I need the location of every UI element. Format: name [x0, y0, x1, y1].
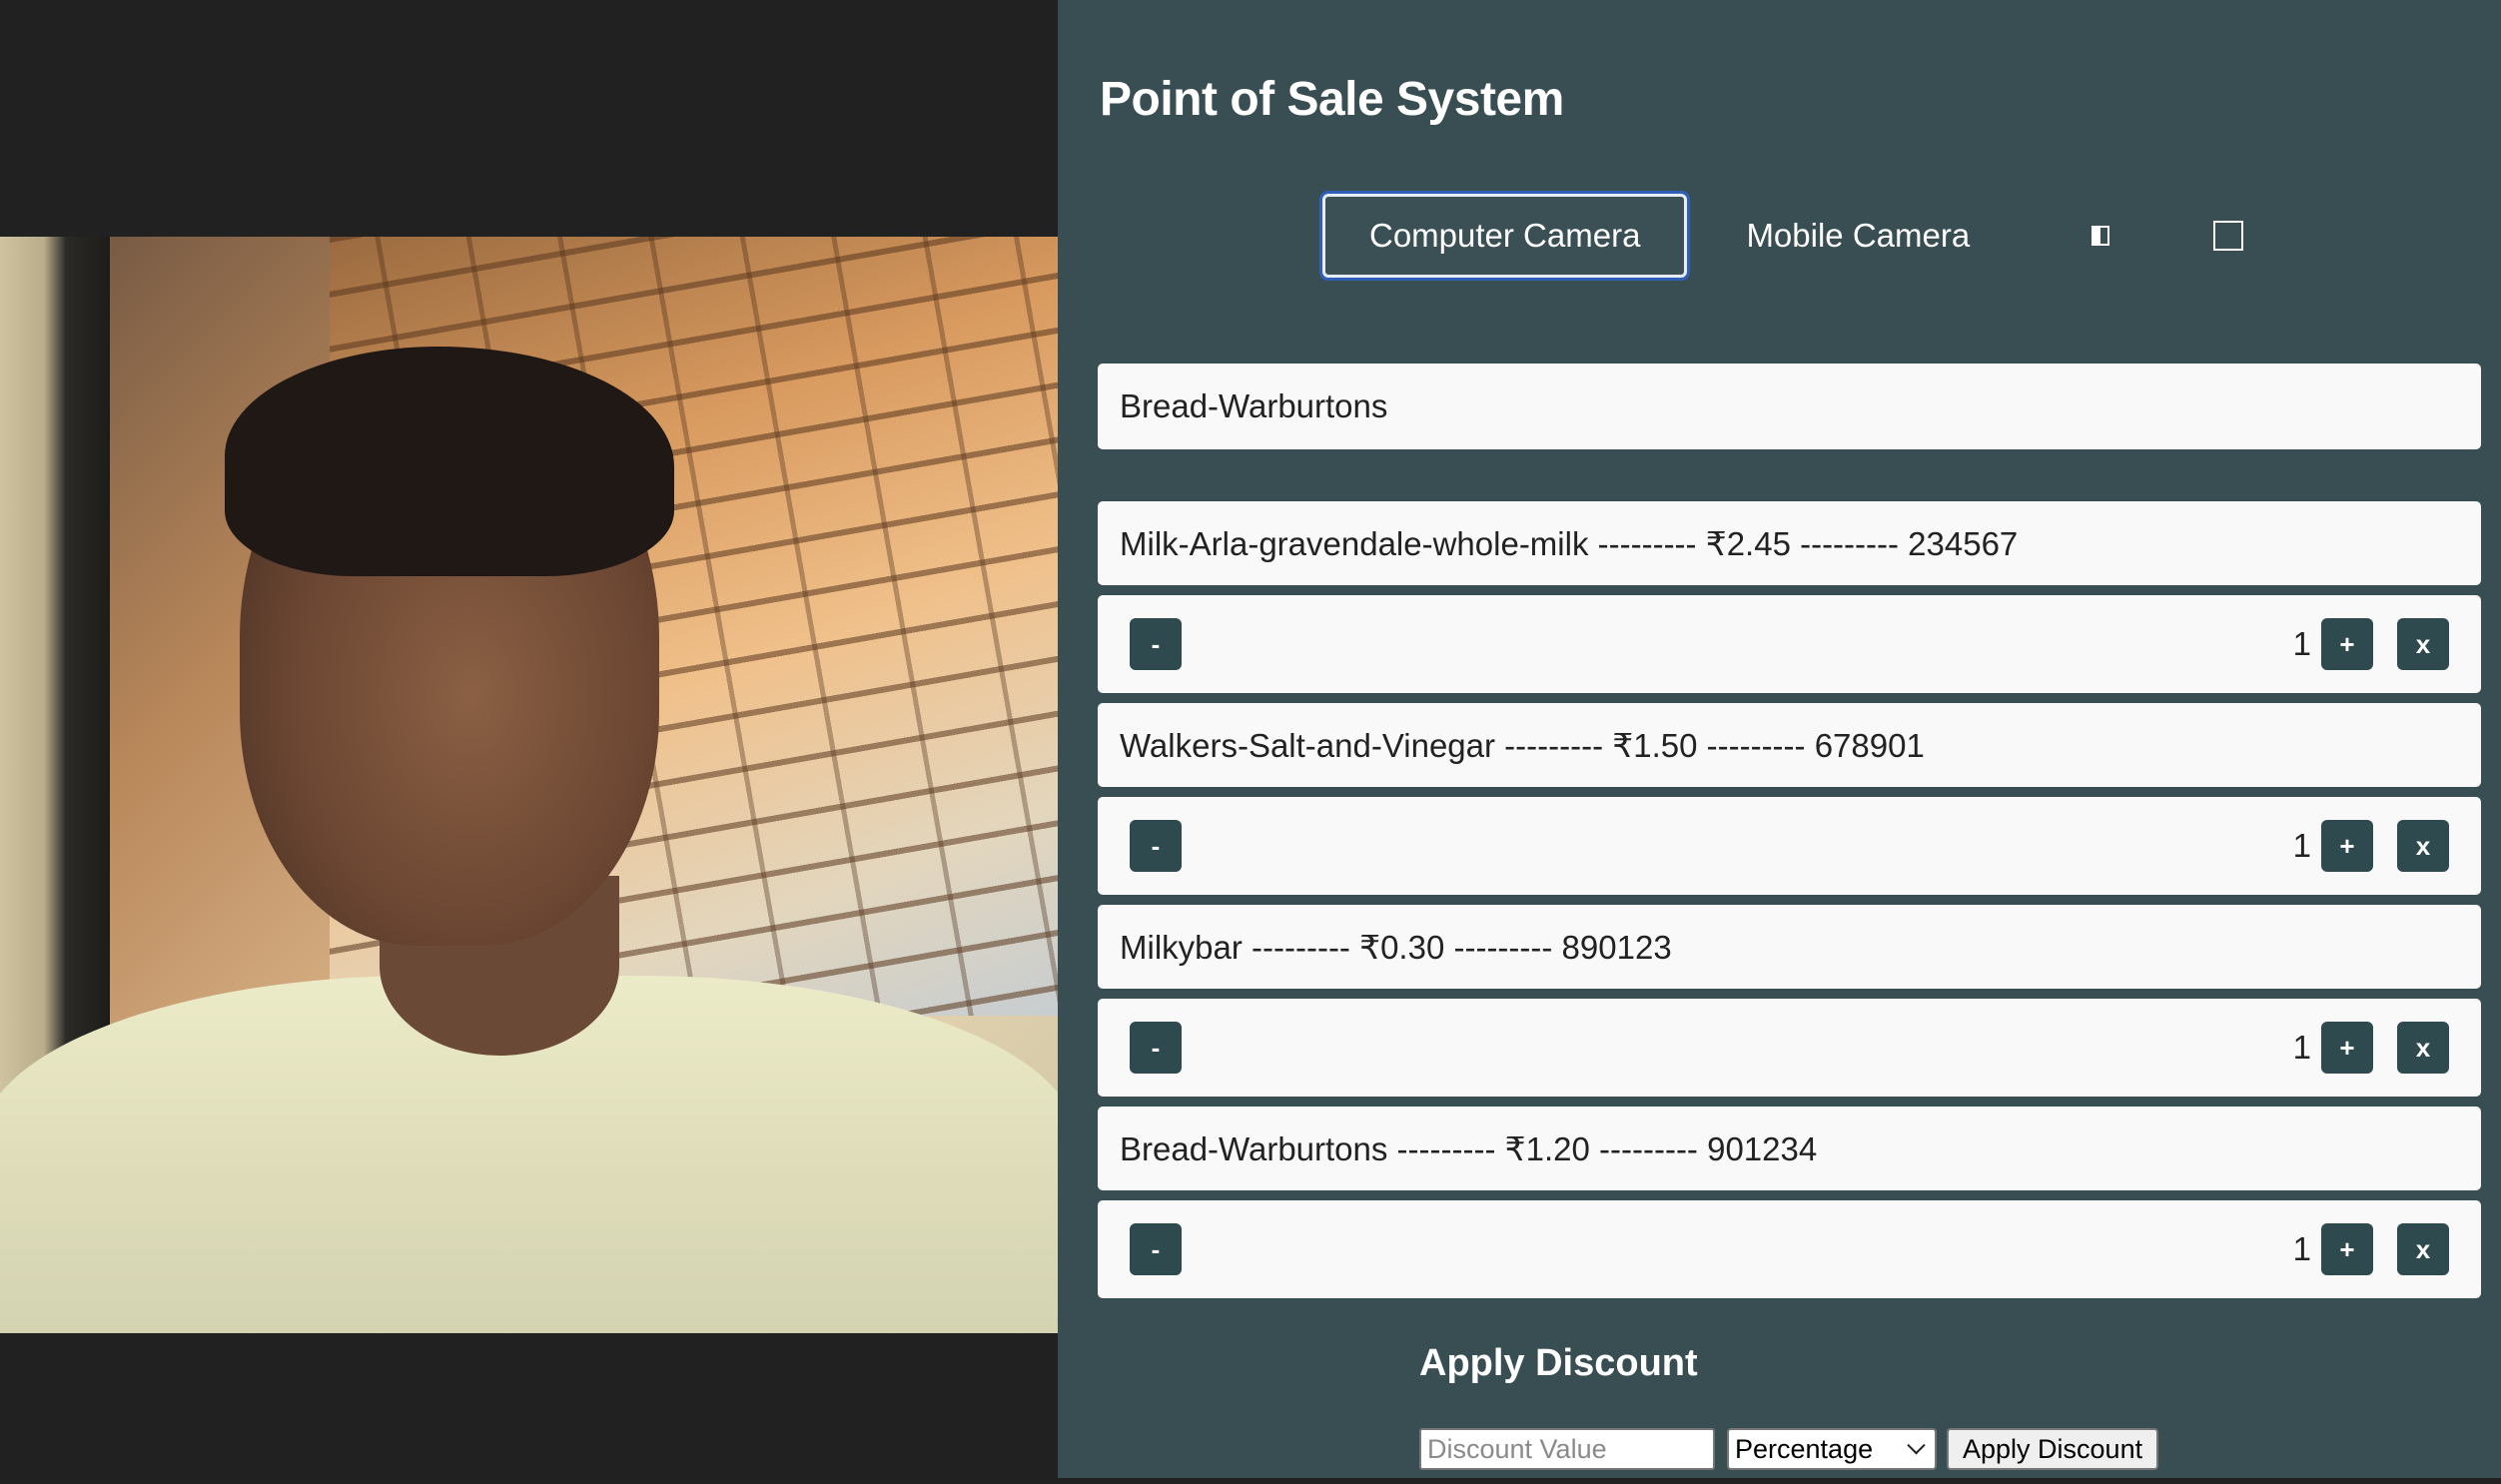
camera-video-feed: [0, 237, 1058, 1333]
item-label-text: Walkers-Salt-and-Vinegar --------- ₹1.50…: [1120, 726, 1925, 764]
apply-discount-button[interactable]: Apply Discount: [1947, 1428, 2159, 1470]
discount-type-value: Percentage: [1735, 1433, 1874, 1464]
mobile-camera-button[interactable]: Mobile Camera: [1699, 194, 2017, 278]
chevron-down-icon: [1907, 1435, 1926, 1454]
half-square-icon: [2091, 226, 2110, 246]
remove-item-button[interactable]: x: [2397, 820, 2449, 872]
item-label-text: Bread-Warburtons --------- ₹1.20 -------…: [1120, 1129, 1818, 1167]
page-title: Point of Sale System: [1100, 73, 1564, 126]
cart-item-controls: - 1 + x: [1098, 999, 2481, 1097]
remove-item-button[interactable]: x: [2397, 1022, 2449, 1074]
quantity-value: 1: [2292, 1029, 2311, 1066]
camera-source-tabs: Computer Camera Mobile Camera: [1322, 194, 2260, 278]
cart-item-controls: - 1 + x: [1098, 1200, 2481, 1298]
cart-item-label: Milk-Arla-gravendale-whole-milk --------…: [1098, 501, 2481, 585]
pos-panel: Point of Sale System Computer Camera Mob…: [1058, 0, 2501, 1478]
fullscreen-button[interactable]: [2196, 204, 2260, 268]
quantity-value: 1: [2292, 625, 2311, 662]
cart-item-label: Bread-Warburtons --------- ₹1.20 -------…: [1098, 1107, 2481, 1190]
decrement-button[interactable]: -: [1130, 618, 1182, 670]
decrement-button[interactable]: -: [1130, 1223, 1182, 1275]
item-label-text: Milk-Arla-gravendale-whole-milk --------…: [1120, 524, 2019, 562]
cart-item-controls: - 1 + x: [1098, 595, 2481, 693]
increment-button[interactable]: +: [2321, 820, 2373, 872]
decrement-button[interactable]: -: [1130, 1022, 1182, 1074]
remove-item-button[interactable]: x: [2397, 618, 2449, 670]
discount-type-select[interactable]: Percentage: [1727, 1428, 1937, 1470]
remove-item-button[interactable]: x: [2397, 1223, 2449, 1275]
pos-app: Point of Sale System Computer Camera Mob…: [0, 0, 2501, 1484]
toggle-view-button[interactable]: [2069, 204, 2132, 268]
scanned-item-text: Bread-Warburtons: [1120, 387, 1388, 424]
increment-button[interactable]: +: [2321, 618, 2373, 670]
cart-item-list: Milk-Arla-gravendale-whole-milk --------…: [1098, 501, 2481, 1308]
scanned-item-display: Bread-Warburtons: [1098, 364, 2481, 449]
camera-pane: [0, 0, 1058, 1484]
item-label-text: Milkybar --------- ₹0.30 --------- 89012…: [1120, 928, 1672, 966]
discount-form: Percentage Apply Discount: [1419, 1428, 2159, 1470]
discount-value-input[interactable]: [1419, 1428, 1715, 1470]
cart-item-label: Milkybar --------- ₹0.30 --------- 89012…: [1098, 905, 2481, 989]
square-icon: [2213, 221, 2244, 251]
increment-button[interactable]: +: [2321, 1223, 2373, 1275]
computer-camera-button[interactable]: Computer Camera: [1322, 194, 1688, 278]
quantity-value: 1: [2292, 1230, 2311, 1267]
increment-button[interactable]: +: [2321, 1022, 2373, 1074]
quantity-value: 1: [2292, 827, 2311, 864]
cart-item-label: Walkers-Salt-and-Vinegar --------- ₹1.50…: [1098, 703, 2481, 787]
cart-item-controls: - 1 + x: [1098, 797, 2481, 895]
decrement-button[interactable]: -: [1130, 820, 1182, 872]
discount-title: Apply Discount: [1419, 1342, 1698, 1384]
